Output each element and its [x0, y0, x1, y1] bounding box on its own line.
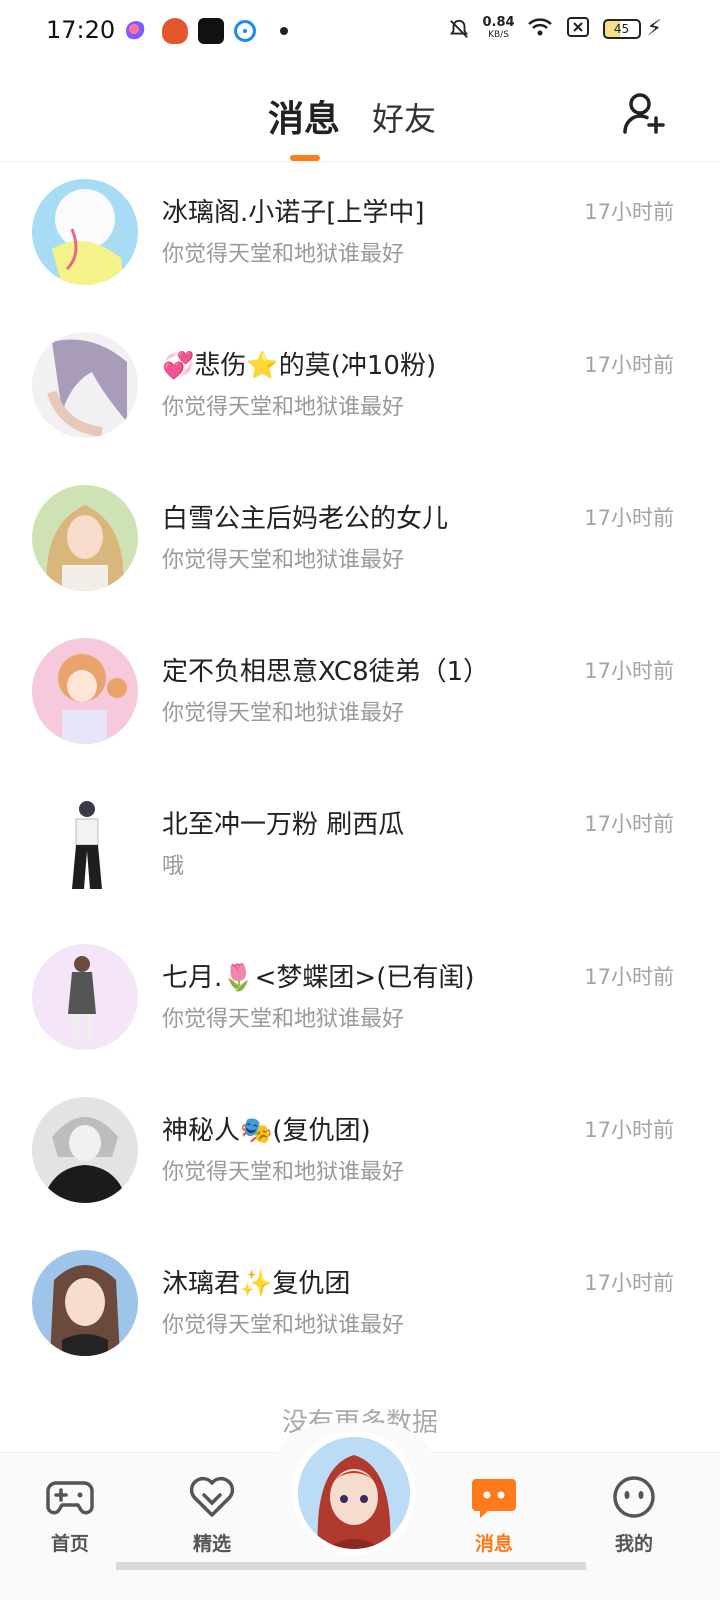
message-time: 17小时前 [584, 1271, 674, 1295]
tab-friends[interactable]: 好友 [372, 94, 436, 140]
avatar[interactable] [32, 1097, 138, 1203]
message-time: 17小时前 [584, 659, 674, 683]
nav-label: 首页 [50, 1533, 89, 1555]
nav-label: 精选 [192, 1533, 231, 1555]
message-preview: 你觉得天堂和地狱谁最好 [162, 1007, 405, 1032]
message-row[interactable]: 北至冲一万粉 刷西瓜 哦 17小时前 [0, 774, 720, 927]
message-time: 17小时前 [584, 812, 674, 836]
add-friend-button[interactable] [620, 90, 666, 136]
heart-icon [189, 1476, 235, 1517]
contact-name: 白雪公主后妈老公的女儿 [162, 504, 449, 534]
add-person-icon [623, 93, 665, 134]
battery-icon: 45 [602, 19, 641, 39]
message-preview: 你觉得天堂和地狱谁最好 [162, 242, 405, 267]
message-preview: 你觉得天堂和地狱谁最好 [162, 548, 405, 573]
contact-name: 定不负相思意XC8徒弟（1） [162, 657, 490, 687]
message-row[interactable]: 💞悲伤⭐的莫(冲10粉) 你觉得天堂和地狱谁最好 17小时前 [0, 315, 720, 468]
tab-messages[interactable]: 消息 [268, 90, 340, 142]
status-time: 17:20 [46, 16, 116, 44]
contact-name: 冰璃阁.小诺子[上学中] [162, 198, 425, 228]
notification-icons [126, 18, 288, 44]
mute-bell-icon [448, 18, 470, 40]
more-notifications-dot [280, 27, 288, 35]
header: 消息 好友 [0, 64, 720, 162]
nav-label: 消息 [474, 1533, 513, 1555]
avatar[interactable] [32, 791, 138, 897]
contact-name: 北至冲一万粉 刷西瓜 [162, 810, 405, 840]
tab-active-indicator [290, 155, 320, 161]
chat-icon [472, 1479, 516, 1518]
avatar[interactable] [32, 179, 138, 285]
message-preview: 你觉得天堂和地狱谁最好 [162, 395, 405, 420]
center-character-button[interactable] [298, 1437, 410, 1549]
wifi-icon [527, 16, 553, 42]
message-time: 17小时前 [584, 353, 674, 377]
message-row[interactable]: 神秘人🎭(复仇团) 你觉得天堂和地狱谁最好 17小时前 [0, 1080, 720, 1233]
message-row[interactable]: 白雪公主后妈老公的女儿 你觉得天堂和地狱谁最好 17小时前 [0, 468, 720, 621]
app-notification-icon [234, 20, 256, 42]
message-preview: 你觉得天堂和地狱谁最好 [162, 1313, 405, 1338]
home-indicator[interactable] [116, 1562, 586, 1570]
message-preview: 你觉得天堂和地狱谁最好 [162, 1160, 405, 1185]
tiktok-icon [198, 18, 224, 44]
contact-name: 神秘人🎭(复仇团) [162, 1116, 371, 1146]
nav-profile[interactable]: 我的 [594, 1475, 674, 1556]
status-bar: 17:20 0.84 KB/S 45 ⚡ [0, 0, 720, 64]
app-notification-icon [126, 21, 146, 41]
nav-home[interactable]: 首页 [30, 1475, 110, 1556]
contact-name: 沐璃君✨复仇团 [162, 1269, 351, 1299]
message-time: 17小时前 [584, 200, 674, 224]
avatar[interactable] [32, 332, 138, 438]
avatar[interactable] [32, 1250, 138, 1356]
nav-featured[interactable]: 精选 [172, 1475, 252, 1556]
network-speed-unit: KB/S [488, 30, 509, 40]
message-row[interactable]: 冰璃阁.小诺子[上学中] 你觉得天堂和地狱谁最好 17小时前 [0, 162, 720, 315]
message-row[interactable]: 七月.🌷<梦蝶团>(已有闺) 你觉得天堂和地狱谁最好 17小时前 [0, 927, 720, 1080]
message-preview: 你觉得天堂和地狱谁最好 [162, 701, 405, 726]
charging-icon: ⚡ [646, 16, 662, 41]
contact-name: 💞悲伤⭐的莫(冲10粉) [162, 351, 437, 381]
no-sim-icon [565, 16, 591, 42]
message-row[interactable]: 沐璃君✨复仇团 你觉得天堂和地狱谁最好 17小时前 [0, 1233, 720, 1386]
message-preview: 哦 [162, 854, 185, 879]
avatar[interactable] [32, 485, 138, 591]
gamepad-icon [46, 1481, 94, 1515]
app-notification-icon [162, 18, 188, 44]
network-speed-value: 0.84 [482, 15, 515, 30]
face-icon [613, 1476, 655, 1518]
message-time: 17小时前 [584, 965, 674, 989]
contact-name: 七月.🌷<梦蝶团>(已有闺) [162, 963, 475, 993]
character-avatar [298, 1437, 410, 1549]
message-row[interactable]: 定不负相思意XC8徒弟（1） 你觉得天堂和地狱谁最好 17小时前 [0, 621, 720, 774]
bottom-nav: 首页 精选 消息 我的 [0, 1423, 720, 1600]
avatar[interactable] [32, 638, 138, 744]
network-speed: 0.84 KB/S [482, 15, 515, 41]
message-time: 17小时前 [584, 1118, 674, 1142]
message-list: 冰璃阁.小诺子[上学中] 你觉得天堂和地狱谁最好 17小时前 💞悲伤⭐的莫(冲1… [0, 162, 720, 1386]
status-indicators: 0.84 KB/S 45 ⚡ [448, 16, 662, 42]
nav-label: 我的 [614, 1533, 653, 1555]
message-time: 17小时前 [584, 506, 674, 530]
nav-messages[interactable]: 消息 [454, 1475, 534, 1556]
avatar[interactable] [32, 944, 138, 1050]
